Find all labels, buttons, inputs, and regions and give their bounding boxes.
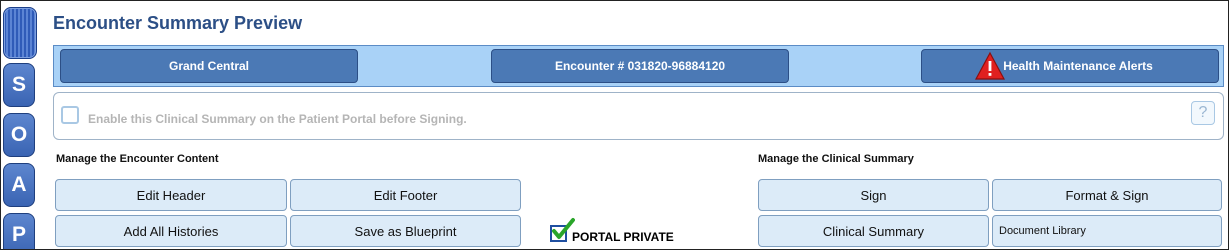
edit-footer-button[interactable]: Edit Footer <box>290 179 521 211</box>
grand-central-button[interactable]: Grand Central <box>60 49 358 83</box>
rail-tab-p[interactable]: P <box>3 213 35 249</box>
sign-button[interactable]: Sign <box>758 179 989 211</box>
encounter-summary-window: S O A P Encounter Summary Preview Grand … <box>0 0 1229 250</box>
clinical-summary-heading: Manage the Clinical Summary <box>758 153 914 165</box>
document-library-button[interactable]: Document Library <box>992 215 1222 247</box>
encounter-number-button[interactable]: Encounter # 031820-96884120 <box>491 49 789 83</box>
encounter-content-heading: Manage the Encounter Content <box>56 153 219 165</box>
top-action-bar: Grand Central Encounter # 031820-9688412… <box>53 45 1224 87</box>
clinical-summary-button[interactable]: Clinical Summary <box>758 215 989 247</box>
health-maintenance-alerts-button[interactable]: Health Maintenance Alerts <box>921 49 1219 83</box>
health-maintenance-alerts-label: Health Maintenance Alerts <box>1003 59 1153 73</box>
portal-enable-checkbox[interactable] <box>61 106 79 124</box>
help-button[interactable]: ? <box>1191 101 1215 125</box>
edit-header-button[interactable]: Edit Header <box>55 179 287 211</box>
add-all-histories-button[interactable]: Add All Histories <box>55 215 287 247</box>
rail-tab-o[interactable]: O <box>3 113 35 157</box>
format-and-sign-button[interactable]: Format & Sign <box>992 179 1222 211</box>
question-mark-icon: ? <box>1198 104 1208 121</box>
portal-enable-label: Enable this Clinical Summary on the Pati… <box>88 112 467 126</box>
rail-tab-s[interactable]: S <box>3 63 35 107</box>
rail-header-tab[interactable] <box>3 7 37 59</box>
warning-triangle-icon <box>974 51 1006 81</box>
rail-tab-a[interactable]: A <box>3 163 35 207</box>
portal-private-toggle[interactable]: PORTAL PRIVATE <box>548 217 688 249</box>
soap-rail: S O A P <box>1 1 39 249</box>
save-as-blueprint-button[interactable]: Save as Blueprint <box>290 215 521 247</box>
page-title: Encounter Summary Preview <box>53 13 303 33</box>
portal-enable-panel: Enable this Clinical Summary on the Pati… <box>53 92 1224 140</box>
portal-private-label: PORTAL PRIVATE <box>572 230 674 244</box>
